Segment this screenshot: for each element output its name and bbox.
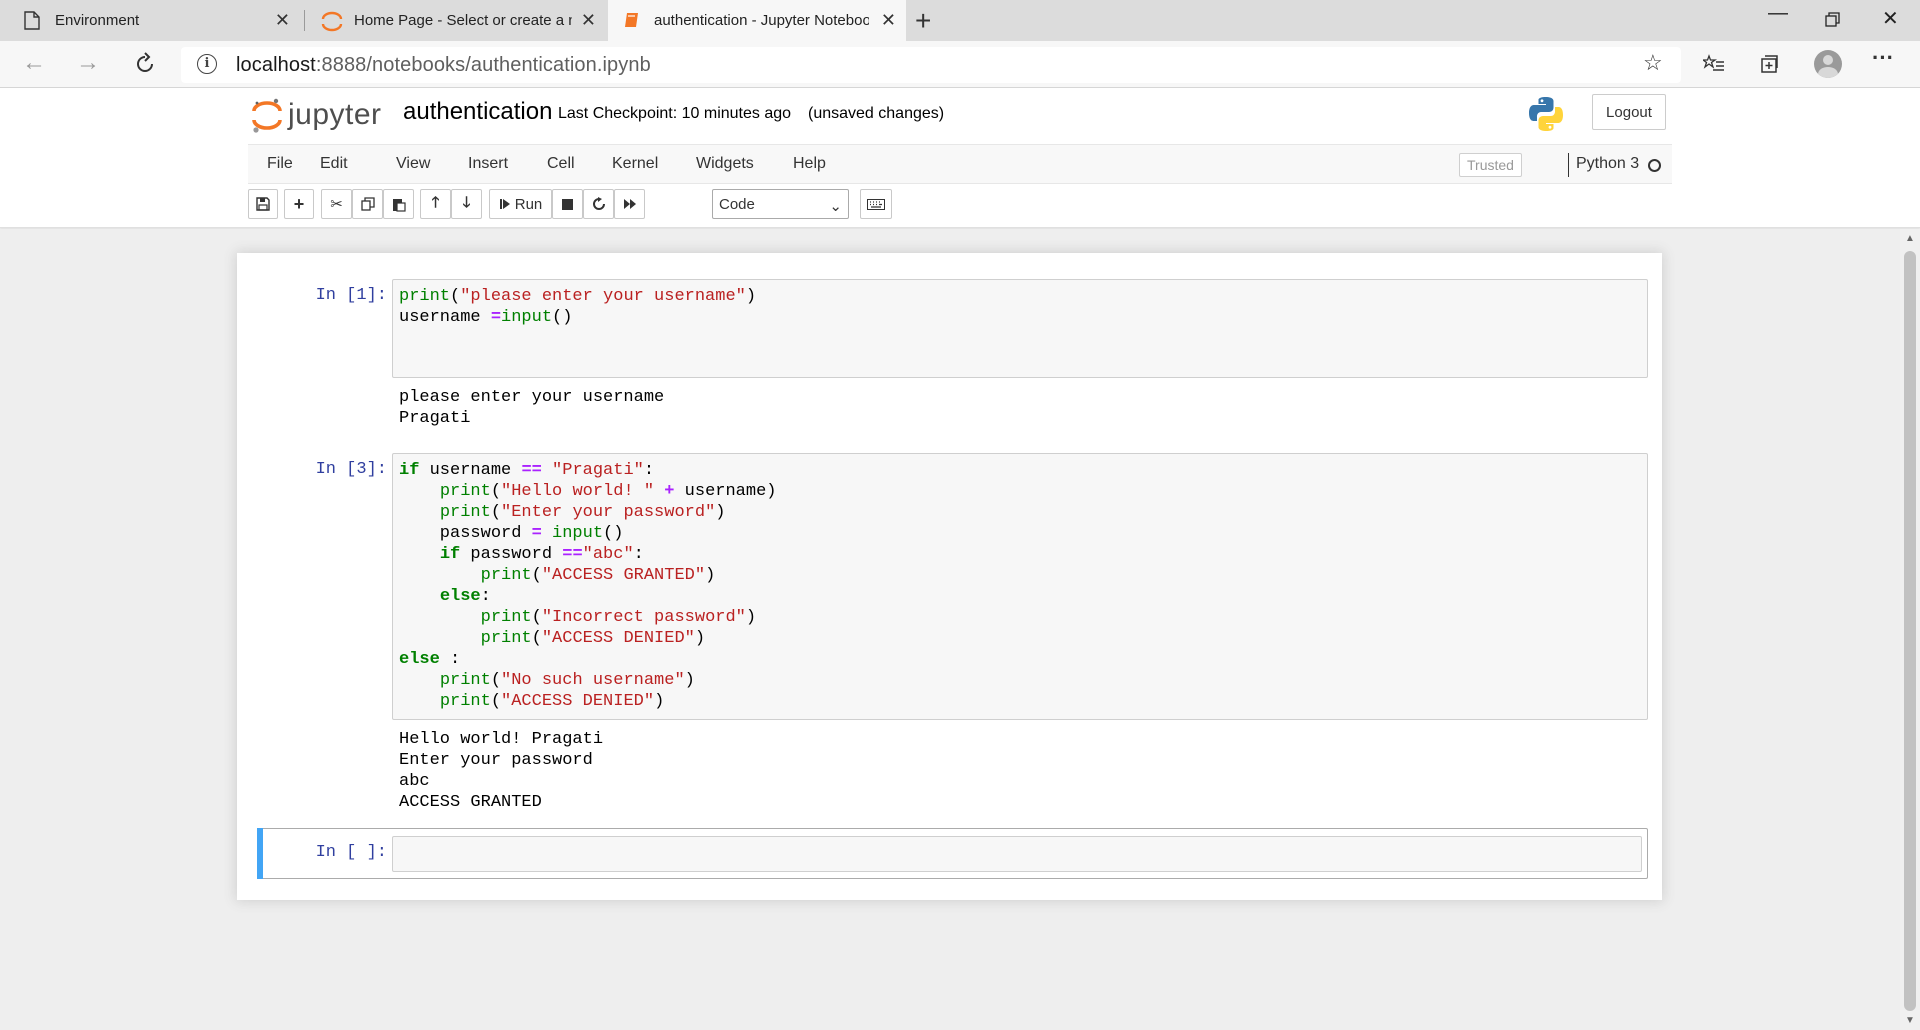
menu-cell[interactable]: Cell xyxy=(547,155,575,173)
tab-environment[interactable]: Environment ✕ xyxy=(0,0,300,41)
cell-type-select[interactable]: Code ⌄ xyxy=(712,189,849,219)
restore-icon[interactable] xyxy=(1825,12,1840,27)
menu-file[interactable]: File xyxy=(267,155,293,173)
keyboard-icon xyxy=(867,198,885,210)
favorites-list-icon[interactable] xyxy=(1703,54,1725,74)
restart-run-all-button[interactable] xyxy=(614,189,645,219)
scroll-thumb[interactable] xyxy=(1904,251,1916,1011)
jupyter-logo-icon xyxy=(252,98,282,133)
copy-icon xyxy=(360,197,375,211)
step-forward-icon xyxy=(499,199,510,209)
more-options-icon[interactable]: ··· xyxy=(1872,45,1894,71)
run-button[interactable]: Run xyxy=(489,189,552,219)
interrupt-button[interactable] xyxy=(552,189,583,219)
scissors-icon: ✂ xyxy=(330,196,343,213)
cell-2-code: if username == "Pragati": print("Hello w… xyxy=(399,461,777,711)
stop-icon xyxy=(562,198,573,210)
copy-button[interactable] xyxy=(352,189,383,219)
fast-forward-icon xyxy=(623,199,636,209)
kernel-idle-icon xyxy=(1648,159,1661,172)
cut-button[interactable]: ✂ xyxy=(321,189,352,219)
chevron-down-icon: ⌄ xyxy=(829,198,842,215)
scroll-down-icon[interactable]: ▼ xyxy=(1905,1015,1915,1026)
notebook-icon xyxy=(625,13,638,27)
close-icon[interactable]: ✕ xyxy=(881,10,896,31)
back-icon[interactable]: ← xyxy=(22,49,46,77)
jupyter-logo[interactable]: jupyter xyxy=(252,95,382,135)
trusted-indicator[interactable]: Trusted xyxy=(1459,153,1522,177)
collections-icon[interactable] xyxy=(1759,54,1779,74)
notebook-name[interactable]: authentication xyxy=(403,98,552,126)
checkpoint-status: Last Checkpoint: 10 minutes ago xyxy=(558,105,792,122)
cell-1-input[interactable]: print("please enter your username") user… xyxy=(392,279,1648,378)
menu-edit[interactable]: Edit xyxy=(320,155,348,173)
page-icon xyxy=(24,11,40,30)
menu-kernel[interactable]: Kernel xyxy=(612,155,658,173)
save-button[interactable] xyxy=(248,189,278,219)
close-icon[interactable]: ✕ xyxy=(581,10,596,31)
restart-button[interactable] xyxy=(583,189,614,219)
favorite-star-icon[interactable]: ☆ xyxy=(1643,50,1663,76)
arrow-down-icon: 🡓 xyxy=(462,193,471,211)
cell-1-code: print("please enter your username") user… xyxy=(399,287,757,327)
save-icon xyxy=(256,197,270,211)
tab-authentication[interactable]: authentication - Jupyter Notebook ✕ xyxy=(608,0,906,41)
move-down-button[interactable]: 🡓 xyxy=(451,189,482,219)
menu-help[interactable]: Help xyxy=(793,155,826,173)
cell-2-output: Hello world! Pragati Enter your password… xyxy=(399,730,604,812)
paste-icon xyxy=(392,198,406,212)
cell-1-prompt: In [1]: xyxy=(315,286,387,305)
notebook-container: In [1]: print("please enter your usernam… xyxy=(237,253,1662,900)
cell-2-input[interactable]: if username == "Pragati": print("Hello w… xyxy=(392,453,1648,720)
refresh-icon[interactable] xyxy=(133,52,157,76)
tab-home-page[interactable]: Home Page - Select or create a notebook … xyxy=(308,0,606,41)
cell-3-prompt: In [ ]: xyxy=(315,843,387,862)
arrow-up-icon: 🡑 xyxy=(431,193,440,211)
tab-label: Home Page - Select or create a notebook xyxy=(354,12,572,29)
plus-icon: + xyxy=(293,193,305,214)
profile-avatar[interactable] xyxy=(1814,50,1842,78)
scrollbar[interactable]: ▲ ▼ xyxy=(1900,229,1920,1030)
move-up-button[interactable]: 🡑 xyxy=(420,189,451,219)
python-logo-icon xyxy=(1529,97,1563,131)
jupyter-header: jupyter authentication Last Checkpoint: … xyxy=(0,88,1920,228)
close-window-icon[interactable]: ✕ xyxy=(1882,6,1899,31)
tab-divider xyxy=(304,10,305,31)
cell-type-value: Code xyxy=(719,195,755,213)
insert-cell-button[interactable]: + xyxy=(284,189,314,219)
cell-3-input[interactable] xyxy=(392,836,1642,872)
cell-1-output: please enter your username Pragati xyxy=(399,388,665,428)
close-icon[interactable]: ✕ xyxy=(275,10,290,31)
jupyter-icon xyxy=(321,11,343,32)
minimize-icon[interactable]: — xyxy=(1768,2,1788,25)
forward-icon[interactable]: → xyxy=(76,49,100,77)
run-label: Run xyxy=(514,195,543,213)
cell-2-prompt: In [3]: xyxy=(315,460,387,479)
unsaved-status: (unsaved changes) xyxy=(808,105,945,122)
scroll-up-icon[interactable]: ▲ xyxy=(1905,233,1915,244)
paste-button[interactable] xyxy=(383,189,414,219)
restart-icon xyxy=(592,197,605,210)
menu-bar: File Edit View Insert Cell Kernel Widget… xyxy=(248,144,1672,184)
notebook-toolbar: + ✂ 🡑 🡓 Run Code ⌄ xyxy=(248,189,1672,221)
jupyter-logo-text: jupyter xyxy=(288,98,382,131)
address-bar: ← → i localhost:8888/notebooks/authentic… xyxy=(0,41,1920,88)
url-text: localhost:8888/notebooks/authentication.… xyxy=(236,54,651,76)
logout-button[interactable]: Logout xyxy=(1592,94,1666,130)
command-palette-button[interactable] xyxy=(860,189,892,219)
menu-insert[interactable]: Insert xyxy=(468,155,508,173)
browser-tab-bar: Environment ✕ Home Page - Select or crea… xyxy=(0,0,1920,41)
kernel-divider xyxy=(1568,153,1569,177)
url-input[interactable]: i localhost:8888/notebooks/authenticatio… xyxy=(181,47,1681,83)
menu-widgets[interactable]: Widgets xyxy=(696,155,754,173)
menu-view[interactable]: View xyxy=(396,155,430,173)
tab-label: authentication - Jupyter Notebook xyxy=(654,12,869,29)
new-tab-icon[interactable]: + xyxy=(915,5,931,37)
tab-label: Environment xyxy=(55,12,140,29)
kernel-name[interactable]: Python 3 xyxy=(1576,155,1639,173)
info-icon[interactable]: i xyxy=(197,54,217,74)
